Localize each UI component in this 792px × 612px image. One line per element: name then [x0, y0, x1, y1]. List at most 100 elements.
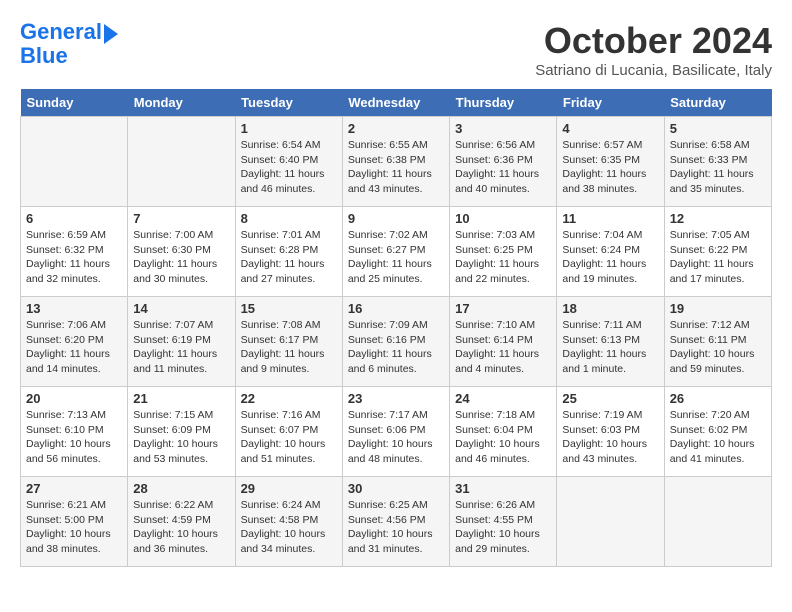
col-header-wednesday: Wednesday — [342, 89, 449, 117]
calendar-week-3: 13 Sunrise: 7:06 AMSunset: 6:20 PMDayligh… — [21, 297, 772, 387]
day-number: 24 — [455, 391, 551, 406]
table-row: 8Sunrise: 7:01 AMSunset: 6:28 PMDaylight… — [235, 207, 342, 297]
day-info: Sunrise: 7:20 AMSunset: 6:02 PMDaylight:… — [670, 408, 766, 467]
day-info: Sunrise: 6:25 AMSunset: 4:56 PMDaylight:… — [348, 498, 444, 557]
day-info: Sunrise: 7:10 AMSunset: 6:14 PMDaylight:… — [455, 318, 551, 377]
calendar-body: 1Sunrise: 6:54 AMSunset: 6:40 PMDaylight… — [21, 117, 772, 567]
day-number: 27 — [26, 481, 122, 496]
table-row: 17 Sunrise: 7:10 AMSunset: 6:14 PMDayligh… — [450, 297, 557, 387]
calendar-week-1: 1Sunrise: 6:54 AMSunset: 6:40 PMDaylight… — [21, 117, 772, 207]
day-info: Sunrise: 7:09 AMSunset: 6:16 PMDaylight:… — [348, 318, 444, 377]
day-number: 25 — [562, 391, 658, 406]
col-header-thursday: Thursday — [450, 89, 557, 117]
day-number: 20 — [26, 391, 122, 406]
day-info: Sunrise: 7:08 AMSunset: 6:17 PMDaylight:… — [241, 318, 337, 377]
col-header-monday: Monday — [128, 89, 235, 117]
col-header-sunday: Sunday — [21, 89, 128, 117]
day-info: Sunrise: 7:19 AMSunset: 6:03 PMDaylight:… — [562, 408, 658, 467]
day-info: Sunrise: 6:22 AMSunset: 4:59 PMDaylight:… — [133, 498, 229, 557]
month-title: October 2024 — [535, 20, 772, 62]
table-row — [557, 477, 664, 567]
day-number: 2 — [348, 121, 444, 136]
table-row: 4 Sunrise: 6:57 AMSunset: 6:35 PMDaylight… — [557, 117, 664, 207]
table-row — [128, 117, 235, 207]
logo-arrow-icon — [104, 24, 118, 44]
calendar-week-5: 27 Sunrise: 6:21 AMSunset: 5:00 PMDayligh… — [21, 477, 772, 567]
table-row: 23 Sunrise: 7:17 AMSunset: 6:06 PMDayligh… — [342, 387, 449, 477]
table-row: 1Sunrise: 6:54 AMSunset: 6:40 PMDaylight… — [235, 117, 342, 207]
day-number: 3 — [455, 121, 551, 136]
day-number: 1 — [241, 121, 337, 136]
day-info: Sunrise: 6:21 AMSunset: 5:00 PMDaylight:… — [26, 498, 122, 557]
day-info: Sunrise: 7:17 AMSunset: 6:06 PMDaylight:… — [348, 408, 444, 467]
logo-text: General — [20, 20, 102, 44]
calendar-header-row: SundayMondayTuesdayWednesdayThursdayFrid… — [21, 89, 772, 117]
table-row: 13 Sunrise: 7:06 AMSunset: 6:20 PMDayligh… — [21, 297, 128, 387]
day-number: 28 — [133, 481, 229, 496]
day-info: Sunrise: 7:12 AMSunset: 6:11 PMDaylight:… — [670, 318, 766, 377]
day-number: 15 — [241, 301, 337, 316]
table-row: 26 Sunrise: 7:20 AMSunset: 6:02 PMDayligh… — [664, 387, 771, 477]
table-row: 6Sunrise: 6:59 AMSunset: 6:32 PMDaylight… — [21, 207, 128, 297]
day-number: 22 — [241, 391, 337, 406]
day-info: Sunrise: 7:05 AMSunset: 6:22 PMDaylight:… — [670, 228, 766, 287]
day-info: Sunrise: 6:58 AMSunset: 6:33 PMDaylight:… — [670, 138, 766, 197]
day-number: 29 — [241, 481, 337, 496]
day-info: Sunrise: 7:06 AMSunset: 6:20 PMDaylight:… — [26, 318, 122, 377]
logo-subtext: Blue — [20, 44, 118, 68]
table-row: 14 Sunrise: 7:07 AMSunset: 6:19 PMDayligh… — [128, 297, 235, 387]
day-number: 26 — [670, 391, 766, 406]
day-number: 13 — [26, 301, 122, 316]
day-info: Sunrise: 7:00 AMSunset: 6:30 PMDaylight:… — [133, 228, 229, 287]
table-row — [664, 477, 771, 567]
calendar-table: SundayMondayTuesdayWednesdayThursdayFrid… — [20, 89, 772, 567]
day-info: Sunrise: 7:13 AMSunset: 6:10 PMDaylight:… — [26, 408, 122, 467]
day-number: 30 — [348, 481, 444, 496]
day-number: 14 — [133, 301, 229, 316]
day-number: 18 — [562, 301, 658, 316]
table-row: 11Sunrise: 7:04 AMSunset: 6:24 PMDayligh… — [557, 207, 664, 297]
table-row: 3Sunrise: 6:56 AMSunset: 6:36 PMDaylight… — [450, 117, 557, 207]
day-number: 11 — [562, 211, 658, 226]
col-header-saturday: Saturday — [664, 89, 771, 117]
day-info: Sunrise: 6:55 AMSunset: 6:38 PMDaylight:… — [348, 138, 444, 197]
day-number: 19 — [670, 301, 766, 316]
table-row: 9 Sunrise: 7:02 AMSunset: 6:27 PMDaylight… — [342, 207, 449, 297]
day-info: Sunrise: 7:02 AMSunset: 6:27 PMDaylight:… — [348, 228, 444, 287]
day-info: Sunrise: 7:03 AMSunset: 6:25 PMDaylight:… — [455, 228, 551, 287]
day-info: Sunrise: 7:01 AMSunset: 6:28 PMDaylight:… — [241, 228, 337, 287]
table-row: 28 Sunrise: 6:22 AMSunset: 4:59 PMDayligh… — [128, 477, 235, 567]
col-header-tuesday: Tuesday — [235, 89, 342, 117]
day-number: 5 — [670, 121, 766, 136]
day-number: 17 — [455, 301, 551, 316]
day-number: 7 — [133, 211, 229, 226]
table-row: 21 Sunrise: 7:15 AMSunset: 6:09 PMDayligh… — [128, 387, 235, 477]
table-row: 2 Sunrise: 6:55 AMSunset: 6:38 PMDaylight… — [342, 117, 449, 207]
table-row: 16 Sunrise: 7:09 AMSunset: 6:16 PMDayligh… — [342, 297, 449, 387]
day-number: 21 — [133, 391, 229, 406]
day-number: 12 — [670, 211, 766, 226]
table-row: 31 Sunrise: 6:26 AMSunset: 4:55 PMDayligh… — [450, 477, 557, 567]
day-number: 4 — [562, 121, 658, 136]
day-number: 10 — [455, 211, 551, 226]
day-info: Sunrise: 7:11 AMSunset: 6:13 PMDaylight:… — [562, 318, 658, 377]
day-number: 6 — [26, 211, 122, 226]
day-number: 16 — [348, 301, 444, 316]
table-row: 7 Sunrise: 7:00 AMSunset: 6:30 PMDaylight… — [128, 207, 235, 297]
day-info: Sunrise: 6:57 AMSunset: 6:35 PMDaylight:… — [562, 138, 658, 197]
day-number: 31 — [455, 481, 551, 496]
logo: General Blue — [20, 20, 118, 68]
day-info: Sunrise: 7:15 AMSunset: 6:09 PMDaylight:… — [133, 408, 229, 467]
day-info: Sunrise: 7:07 AMSunset: 6:19 PMDaylight:… — [133, 318, 229, 377]
day-number: 23 — [348, 391, 444, 406]
table-row: 30 Sunrise: 6:25 AMSunset: 4:56 PMDayligh… — [342, 477, 449, 567]
table-row: 5 Sunrise: 6:58 AMSunset: 6:33 PMDaylight… — [664, 117, 771, 207]
table-row — [21, 117, 128, 207]
title-area: October 2024 Satriano di Lucania, Basili… — [535, 20, 772, 79]
table-row: 15 Sunrise: 7:08 AMSunset: 6:17 PMDayligh… — [235, 297, 342, 387]
page-header: General Blue October 2024 Satriano di Lu… — [20, 20, 772, 79]
table-row: 24Sunrise: 7:18 AMSunset: 6:04 PMDayligh… — [450, 387, 557, 477]
day-number: 9 — [348, 211, 444, 226]
table-row: 29Sunrise: 6:24 AMSunset: 4:58 PMDayligh… — [235, 477, 342, 567]
day-info: Sunrise: 6:26 AMSunset: 4:55 PMDaylight:… — [455, 498, 551, 557]
